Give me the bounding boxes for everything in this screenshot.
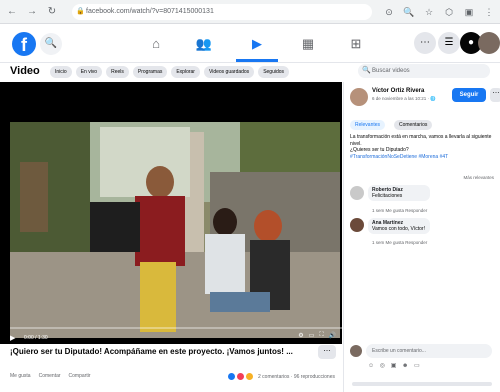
sidepanel-icon[interactable]: ▣ xyxy=(462,4,476,20)
messenger-icon[interactable]: ☰ xyxy=(438,32,460,54)
address-bar[interactable]: 🔒 facebook.com/watch/?v=8071415000131 xyxy=(72,4,372,20)
comment-button[interactable]: Comentar xyxy=(39,373,61,379)
post-timestamp: 6 de noviembre a las 10:21 · 🌐 xyxy=(372,96,436,101)
comment-bubble: Ana Martínez Vamos con todo, Víctor! xyxy=(368,218,430,234)
marketplace-icon[interactable]: ▦ xyxy=(296,35,320,53)
profile-avatar[interactable]: ● xyxy=(478,32,500,54)
comment-composer: Escribe un comentario... xyxy=(350,344,496,358)
hashtag-links[interactable]: #TransformaciónNoSeDetiene #Morena #4T xyxy=(350,154,448,160)
tab-comentarios[interactable]: Comentarios xyxy=(394,120,433,130)
panel-more-button[interactable]: ⋯ xyxy=(490,88,500,102)
video-search-placeholder: Buscar videos xyxy=(372,68,410,74)
browser-menu-icon[interactable]: ⋮ xyxy=(482,4,496,20)
forward-icon[interactable]: → xyxy=(24,4,40,20)
settings-icon[interactable]: ⚙ xyxy=(298,332,303,339)
video-progress-bar[interactable] xyxy=(10,327,342,329)
extensions-icon[interactable]: ⬡ xyxy=(442,4,456,20)
comment-actions[interactable]: 1 sem Me gusta Responder xyxy=(372,208,427,213)
location-icon[interactable]: ⊙ xyxy=(382,4,396,20)
reaction-summary[interactable]: 2 comentarios · 96 reproducciones xyxy=(228,373,335,380)
like-reaction-icon xyxy=(228,373,235,380)
chip-en-vivo[interactable]: En vivo xyxy=(75,66,103,78)
comment-text: Vamos con todo, Víctor! xyxy=(372,226,425,232)
video-chips: Inicio En vivo Reels Programas Explorar … xyxy=(50,66,290,78)
video-icon[interactable]: ▶ xyxy=(245,35,269,53)
post-actions: Me gusta Comentar Compartir xyxy=(10,373,90,379)
panel-scrollbar[interactable] xyxy=(352,382,492,386)
video-player[interactable]: ▶ 0:00 / 1:30 ⚙ ▭ ⛶ 🔊 xyxy=(0,82,342,344)
sort-comments-link[interactable]: Más relevantes xyxy=(463,175,494,180)
commenter-avatar[interactable] xyxy=(350,186,364,200)
author-avatar[interactable] xyxy=(350,88,368,106)
commenter-avatar[interactable] xyxy=(350,218,364,232)
video-frame xyxy=(10,122,340,338)
chip-reels[interactable]: Reels xyxy=(106,66,129,78)
description-line-1: La transformación está en marcha, vamos … xyxy=(350,134,492,147)
browser-actions: ⊙ 🔍 ☆ ⬡ ▣ ⋮ xyxy=(382,4,496,20)
tab-relevantes[interactable]: Relevantes xyxy=(350,120,386,130)
chip-programas[interactable]: Programas xyxy=(132,66,168,78)
user-avatar xyxy=(350,345,362,357)
video-control-icons: ⚙ ▭ ⛶ 🔊 xyxy=(298,332,336,339)
follow-button[interactable]: Seguir xyxy=(452,88,486,102)
comment-actions[interactable]: 1 sem Me gusta Responder xyxy=(372,240,427,245)
comment-tool-icons[interactable]: ☺ ◎ ▣ ☻ ▭ xyxy=(368,362,422,369)
post-description: La transformación está en marcha, vamos … xyxy=(350,134,496,160)
play-icon[interactable]: ▶ xyxy=(10,334,20,342)
share-button[interactable]: Compartir xyxy=(69,373,91,379)
page-title: Video xyxy=(10,65,40,77)
facebook-header: f 🔍 ⌂ 👥 ▶ ▦ ⊞ ⋯ ☰ ● ● xyxy=(0,25,500,63)
video-search-input[interactable]: 🔍 Buscar videos xyxy=(358,64,490,78)
facebook-logo[interactable]: f xyxy=(12,32,36,56)
comment-text: Felicitaciones xyxy=(372,193,403,199)
active-tab-indicator xyxy=(236,59,278,62)
search-icon: 🔍 xyxy=(362,67,371,74)
video-caption: ¡Quiero ser tu Diputado! Acompáñame en e… xyxy=(10,347,293,356)
chip-explorar[interactable]: Explorar xyxy=(171,66,200,78)
friends-icon[interactable]: 👥 xyxy=(192,35,216,53)
chip-seguidos[interactable]: Seguidos xyxy=(258,66,290,78)
reload-icon[interactable]: ↻ xyxy=(44,4,60,20)
video-time: 0:00 / 1:30 xyxy=(24,335,48,341)
lock-icon: 🔒 xyxy=(76,8,85,15)
comment-bubble: Roberto Díaz Felicitaciones xyxy=(368,185,430,201)
caption-more-button[interactable]: ⋯ xyxy=(318,345,336,359)
like-button[interactable]: Me gusta xyxy=(10,373,31,379)
love-reaction-icon xyxy=(237,373,244,380)
video-header: Video Inicio En vivo Reels Programas Exp… xyxy=(0,63,342,81)
back-icon[interactable]: ← xyxy=(4,4,20,20)
search-icon[interactable]: 🔍 xyxy=(40,33,62,55)
bookmark-star-icon[interactable]: ☆ xyxy=(422,4,436,20)
home-icon[interactable]: ⌂ xyxy=(144,35,168,53)
author-name[interactable]: Víctor Ortiz Rivera xyxy=(372,88,424,94)
haha-reaction-icon xyxy=(246,373,253,380)
browser-toolbar: ← → ↻ 🔒 facebook.com/watch/?v=8071415000… xyxy=(0,0,500,24)
comment-input[interactable]: Escribe un comentario... xyxy=(366,344,492,358)
volume-icon[interactable]: 🔊 xyxy=(329,332,336,339)
zoom-icon[interactable]: 🔍 xyxy=(402,4,416,20)
menu-icon[interactable]: ⋯ xyxy=(414,32,436,54)
chip-inicio[interactable]: Inicio xyxy=(50,66,72,78)
post-details-panel: Víctor Ortiz Rivera 6 de noviembre a las… xyxy=(343,82,500,392)
description-line-2: ¿Quieres ser tu Diputado? xyxy=(350,147,409,154)
miniplayer-icon[interactable]: ▭ xyxy=(309,332,315,339)
video-controls: ▶ 0:00 / 1:30 xyxy=(10,332,342,344)
chip-videos-guardados[interactable]: Videos guardados xyxy=(203,66,255,78)
reaction-counts: 2 comentarios · 96 reproducciones xyxy=(258,373,335,380)
fullscreen-icon[interactable]: ⛶ xyxy=(319,332,323,339)
url-text: facebook.com/watch/?v=8071415000131 xyxy=(86,8,214,15)
gaming-icon[interactable]: ⊞ xyxy=(344,35,368,53)
